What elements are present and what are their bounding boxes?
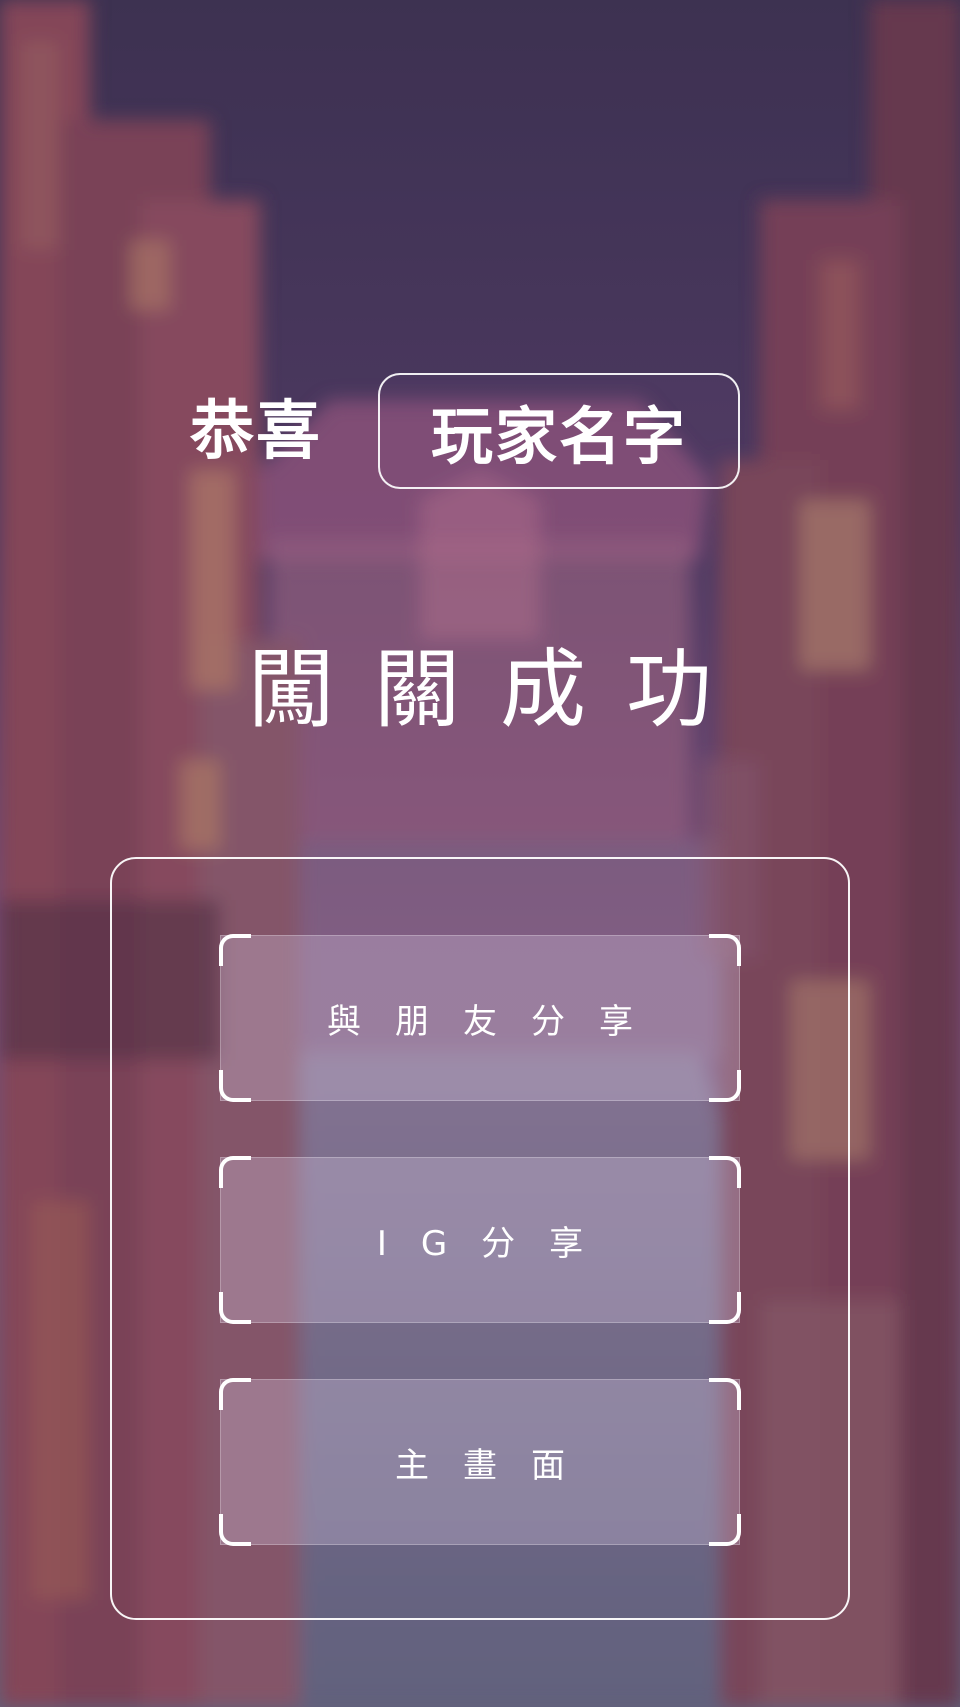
corner-bracket-icon: [219, 1292, 251, 1324]
corner-bracket-icon: [709, 1156, 741, 1188]
ig-share-button[interactable]: IG分享: [219, 1156, 741, 1324]
corner-bracket-icon: [709, 1378, 741, 1410]
player-name: 玩家名字: [430, 400, 687, 473]
corner-bracket-icon: [219, 934, 251, 966]
corner-bracket-icon: [219, 1378, 251, 1410]
main-menu-label: 主畫面: [395, 1445, 599, 1486]
share-with-friends-button[interactable]: 與朋友分享: [219, 934, 741, 1102]
ig-share-label: IG分享: [376, 1223, 618, 1264]
congrats-text: 恭喜: [190, 394, 322, 469]
player-name-box: 玩家名字: [378, 373, 740, 489]
corner-bracket-icon: [709, 1292, 741, 1324]
corner-bracket-icon: [219, 1156, 251, 1188]
corner-bracket-icon: [219, 1514, 251, 1546]
corner-bracket-icon: [219, 1070, 251, 1102]
share-with-friends-label: 與朋友分享: [327, 1001, 667, 1042]
corner-bracket-icon: [709, 1070, 741, 1102]
corner-bracket-icon: [709, 934, 741, 966]
corner-bracket-icon: [709, 1514, 741, 1546]
level-clear-title: 闖關成功: [248, 640, 752, 740]
main-menu-button[interactable]: 主畫面: [219, 1378, 741, 1546]
